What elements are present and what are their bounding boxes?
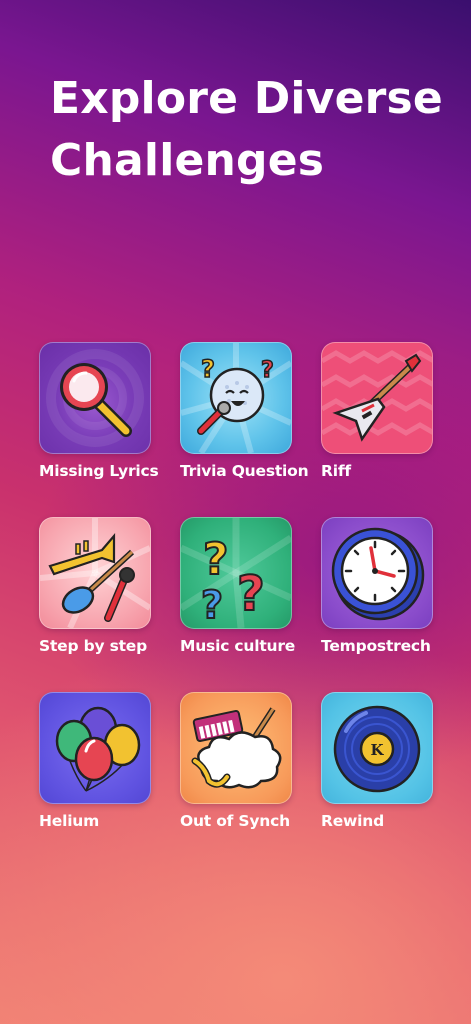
challenge-label: Tempostrech <box>321 637 431 655</box>
challenge-riff[interactable]: Riff <box>321 342 433 480</box>
challenge-helium[interactable]: Helium <box>39 692 151 830</box>
singing-ball-icon: ? ? <box>180 342 292 454</box>
challenge-label: Riff <box>321 462 351 480</box>
svg-text:?: ? <box>201 583 223 627</box>
svg-text:?: ? <box>201 355 215 383</box>
svg-text:?: ? <box>203 534 229 585</box>
instruments-icon <box>39 517 151 629</box>
challenge-rewind[interactable]: K Rewind <box>321 692 433 830</box>
challenge-label: Helium <box>39 812 100 830</box>
challenge-label: Step by step <box>39 637 148 655</box>
challenge-step-by-step[interactable]: Step by step <box>39 517 151 655</box>
magnifier-icon <box>39 342 151 454</box>
challenge-trivia-question[interactable]: ? ? Trivia Question <box>180 342 309 480</box>
challenge-label: Rewind <box>321 812 385 830</box>
clock-icon <box>321 517 433 629</box>
challenge-label: Music culture <box>180 637 296 655</box>
svg-text:?: ? <box>261 358 274 383</box>
challenge-tempostrech[interactable]: Tempostrech <box>321 517 433 655</box>
challenge-grid: Missing Lyrics ? ? Trivia Question Riff … <box>0 0 471 1024</box>
vinyl-record-icon: K <box>321 692 433 804</box>
challenge-label: Out of Synch <box>180 812 290 830</box>
electric-guitar-icon <box>321 342 433 454</box>
instruments-cloud-icon <box>180 692 292 804</box>
balloons-icon <box>39 692 151 804</box>
challenge-music-culture[interactable]: ? ? ? Music culture <box>180 517 295 655</box>
challenge-missing-lyrics[interactable]: Missing Lyrics <box>39 342 159 480</box>
record-label-letter: K <box>370 741 384 759</box>
svg-text:?: ? <box>237 566 265 622</box>
challenge-label: Trivia Question <box>180 462 309 480</box>
question-marks-icon: ? ? ? <box>180 517 292 629</box>
challenge-out-of-synch[interactable]: Out of Synch <box>180 692 292 830</box>
challenge-label: Missing Lyrics <box>39 462 159 480</box>
